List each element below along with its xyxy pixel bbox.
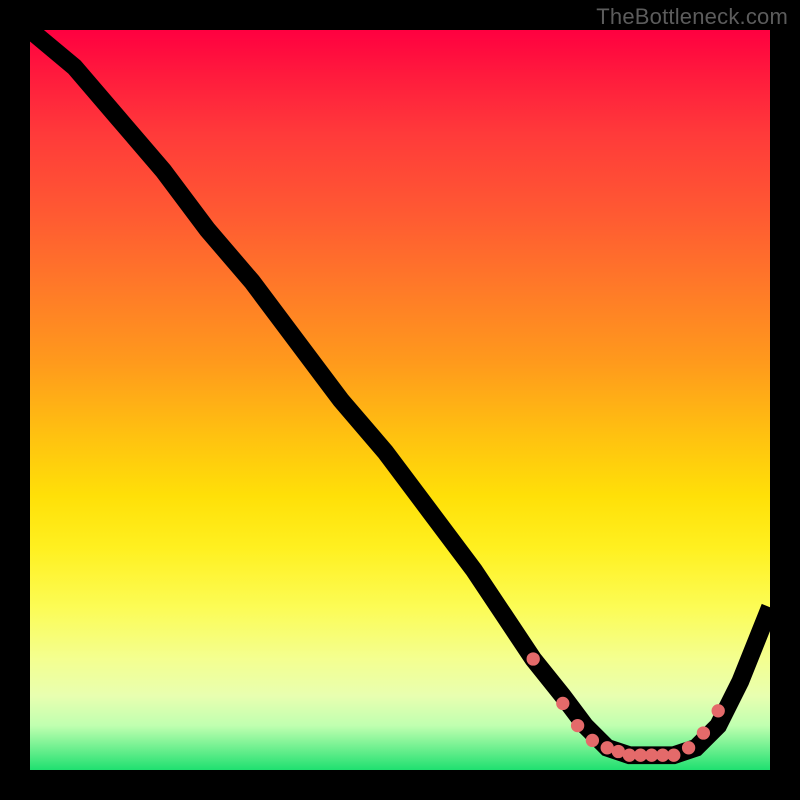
plot-area	[30, 30, 770, 770]
curve-layer	[30, 30, 770, 770]
watermark-text: TheBottleneck.com	[596, 4, 788, 30]
highlight-dot	[697, 726, 710, 739]
bottleneck-curve	[30, 30, 770, 755]
highlight-dot	[586, 734, 599, 747]
highlight-dot	[527, 652, 540, 665]
highlight-dot	[667, 749, 680, 762]
chart-frame: TheBottleneck.com	[0, 0, 800, 800]
highlight-dot	[682, 741, 695, 754]
highlight-dot	[712, 704, 725, 717]
highlight-dot	[556, 697, 569, 710]
highlight-dot	[571, 719, 584, 732]
